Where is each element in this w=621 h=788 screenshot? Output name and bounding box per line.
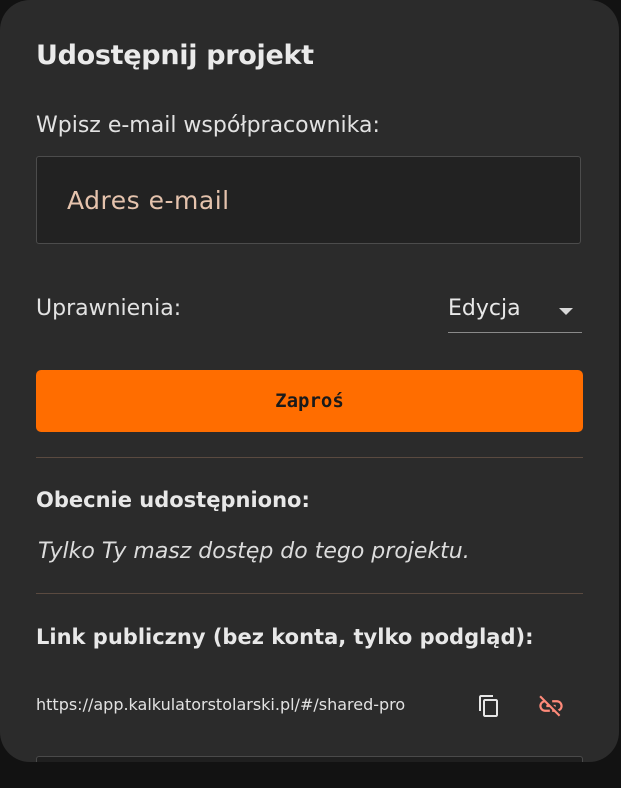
email-input[interactable] <box>67 157 567 243</box>
dialog-title: Udostępnij projekt <box>36 40 314 71</box>
share-dialog: Udostępnij projekt Wpisz e-mail współpra… <box>0 0 619 762</box>
link-off-icon <box>539 695 563 717</box>
divider <box>36 593 583 594</box>
email-field-container[interactable] <box>36 156 581 244</box>
shared-heading: Obecnie udostępniono: <box>36 488 310 512</box>
permissions-label: Uprawnienia: <box>36 296 182 321</box>
divider <box>36 457 583 458</box>
copy-link-button[interactable] <box>473 690 505 722</box>
shared-empty-message: Tylko Ty masz dostęp do tego projektu. <box>38 539 470 564</box>
permissions-select[interactable]: Edycja <box>448 290 582 333</box>
public-link-url[interactable]: https://app.kalkulatorstolarski.pl/#/sha… <box>36 695 464 714</box>
email-label: Wpisz e-mail współpracownika: <box>36 113 380 138</box>
permissions-selected-value: Edycja <box>448 296 521 321</box>
bottom-field[interactable] <box>36 756 583 762</box>
public-link-heading: Link publiczny (bez konta, tylko podgląd… <box>36 625 534 649</box>
dropdown-arrow-icon <box>559 308 573 315</box>
unlink-button[interactable] <box>535 690 567 722</box>
invite-button[interactable]: Zaproś <box>36 370 583 432</box>
copy-icon <box>479 695 498 717</box>
